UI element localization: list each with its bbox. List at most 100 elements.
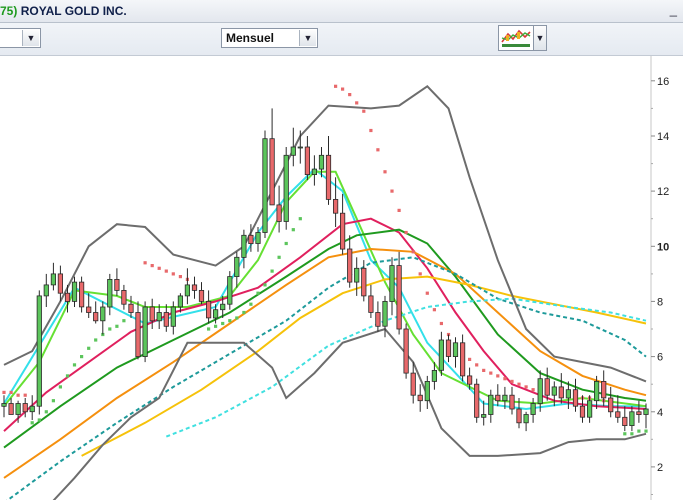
candle-body — [255, 232, 261, 244]
candle-body — [304, 146, 311, 176]
candle-body — [579, 405, 586, 418]
sar-point — [439, 321, 443, 326]
candle-body — [184, 284, 190, 297]
chevron-down-icon: ▼ — [22, 30, 39, 46]
candle-body — [276, 204, 282, 222]
sar-point — [80, 355, 84, 359]
candle-body — [502, 394, 508, 402]
candle-body — [71, 281, 78, 302]
y-tick-label: 10 — [657, 241, 669, 253]
candle-body — [403, 328, 409, 374]
candle-body — [431, 369, 438, 382]
candle-body — [410, 372, 416, 396]
title-name: ROYAL GOLD INC. — [20, 4, 127, 18]
sar-point — [214, 324, 218, 328]
candle-body — [170, 306, 176, 327]
minimize-button[interactable]: _ — [670, 2, 677, 17]
candle-body — [50, 273, 57, 286]
candle-body — [594, 380, 600, 402]
candle-body — [424, 380, 430, 402]
candle-body — [530, 403, 536, 415]
sar-point — [242, 310, 246, 315]
sar-point — [341, 87, 345, 91]
sar-point — [51, 399, 55, 403]
candle-body — [643, 408, 649, 415]
y-tick-label: 16 — [657, 76, 669, 88]
candle — [227, 271, 233, 310]
sar-point — [432, 308, 436, 312]
indicator-chart-icon — [501, 29, 531, 47]
candle — [262, 130, 268, 238]
sar-point — [157, 266, 161, 270]
y-tick-label: 14 — [657, 131, 669, 143]
symbol-select[interactable]: ▼ — [0, 28, 41, 48]
y-tick-label: 2 — [657, 462, 663, 474]
sar-point — [284, 241, 288, 246]
sar-point — [503, 377, 507, 381]
candle-body — [565, 389, 572, 399]
candle-body — [177, 295, 183, 308]
candle-body — [121, 289, 127, 305]
sar-point — [531, 388, 535, 392]
candle-body — [368, 295, 374, 313]
sar-point — [37, 418, 41, 422]
sar-point — [228, 319, 232, 323]
sar-point — [362, 109, 366, 113]
title-prefix: 75) — [0, 4, 18, 18]
sar-point — [298, 217, 302, 221]
candle-body — [459, 342, 466, 377]
candle-body — [452, 342, 459, 357]
candle — [403, 323, 409, 379]
candle-body — [601, 380, 607, 399]
candle-body — [227, 276, 233, 305]
candle-body — [22, 403, 28, 413]
candle-body — [142, 306, 148, 357]
candle-body — [290, 146, 296, 156]
candle — [79, 276, 85, 313]
candle — [474, 378, 480, 423]
sar-point — [178, 275, 182, 279]
sar-point — [369, 128, 373, 133]
chart-type-dropdown[interactable]: ▼ — [534, 25, 547, 51]
candle-body — [332, 198, 339, 214]
candle-body — [262, 138, 268, 233]
candle-body — [135, 312, 141, 357]
sar-point — [644, 429, 648, 433]
candle-body — [488, 394, 494, 415]
price-chart: 16 14 12 10 8 6 4 2 — [0, 56, 669, 500]
candle-body — [1, 403, 7, 407]
sar-point — [207, 327, 211, 331]
sar-point — [383, 170, 387, 174]
sar-point — [510, 379, 514, 383]
candle-body — [481, 414, 487, 418]
sar-point — [390, 189, 394, 193]
candle-body — [283, 154, 289, 222]
sar-point — [58, 385, 62, 389]
sar-point — [482, 368, 486, 372]
sar-point — [108, 327, 112, 331]
candle-body — [347, 248, 353, 283]
sar-point — [65, 374, 70, 378]
sar-point — [16, 393, 20, 397]
candle-body — [43, 284, 49, 297]
sar-point — [524, 385, 528, 389]
period-select[interactable]: Mensuel ▼ — [221, 28, 318, 48]
candle-body — [339, 212, 346, 250]
candle-body — [389, 265, 395, 302]
window-title: 75) ROYAL GOLD INC. — [0, 4, 127, 18]
candle-body — [572, 389, 579, 407]
candle-body — [220, 303, 226, 311]
sar-point — [87, 346, 91, 350]
sar-point — [249, 302, 253, 306]
candle-body — [417, 394, 423, 402]
candle-body — [396, 265, 402, 330]
chevron-down-icon: ▼ — [299, 30, 316, 46]
toolbar: ▼ Mensuel ▼ ▼ — [0, 23, 683, 56]
chart-type-button[interactable] — [498, 25, 534, 51]
sar-point — [637, 429, 641, 433]
candle-body — [537, 378, 543, 404]
sar-point — [143, 261, 147, 265]
candle-body — [93, 312, 99, 322]
y-tick-label: 12 — [657, 186, 669, 198]
candle — [142, 301, 148, 363]
